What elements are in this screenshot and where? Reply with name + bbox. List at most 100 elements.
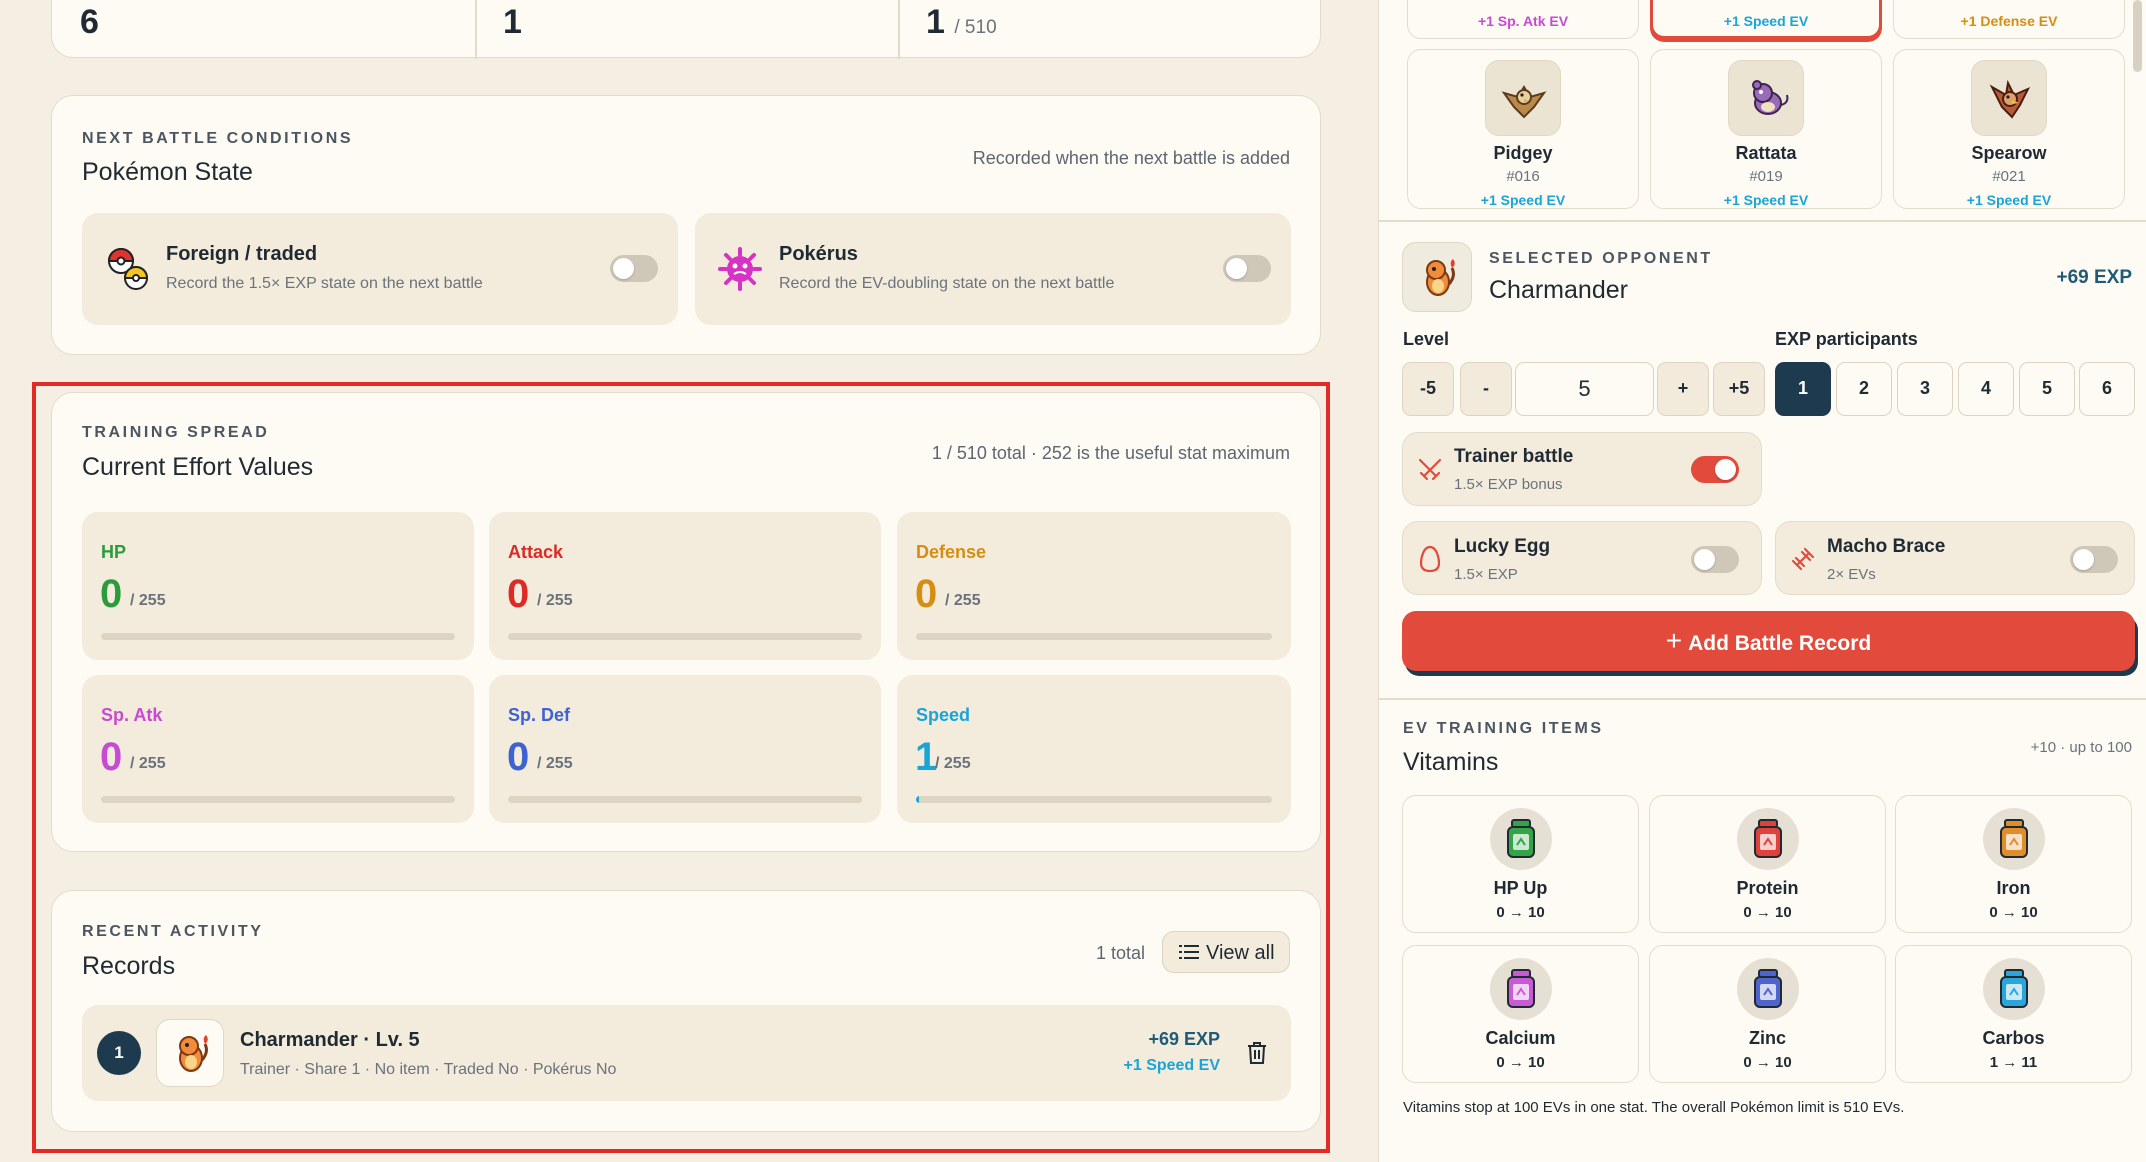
- crossed-swords-icon: [1418, 458, 1442, 481]
- opponent-sprite: [1728, 60, 1804, 136]
- level-input[interactable]: [1515, 362, 1654, 416]
- vitamin-name: Iron: [1996, 878, 2031, 898]
- rattata-sprite-icon: [1752, 80, 1789, 115]
- vitamin-bottle-icon: [1489, 958, 1552, 1020]
- ev-stat-label: Speed: [916, 705, 971, 725]
- ev-stat-max: / 255: [537, 592, 573, 609]
- vitamin-card[interactable]: Zinc 0 → 10: [1649, 945, 1886, 1083]
- vitamins-title: Vitamins: [1403, 748, 1499, 776]
- opponent-number: #016: [1506, 168, 1540, 185]
- summary-divider: [475, 0, 477, 59]
- record-row[interactable]: 1 Charmander · Lv. 5 Trainer · Share 1 ·…: [82, 1005, 1291, 1101]
- opponent-ev: +1 Speed EV: [1723, 13, 1809, 29]
- view-all-label: View all: [1206, 942, 1275, 964]
- conditions-card: NEXT BATTLE CONDITIONS Pokémon State Rec…: [51, 95, 1321, 355]
- vitamin-card[interactable]: Protein 0 → 10: [1649, 795, 1886, 933]
- vitamin-card[interactable]: Iron 0 → 10: [1895, 795, 2132, 933]
- pokerus-virus-icon: [718, 247, 762, 291]
- opponent-card-spearow[interactable]: Spearow #021 +1 Speed EV: [1893, 49, 2125, 209]
- level-minus-5-button[interactable]: -5: [1402, 362, 1454, 416]
- condition-pokerus[interactable]: Pokérus Record the EV-doubling state on …: [695, 213, 1291, 325]
- list-icon: [1179, 945, 1199, 959]
- records-card: RECENT ACTIVITY Records 1 total View all…: [51, 890, 1321, 1132]
- selected-exp: +69 EXP: [2056, 267, 2132, 288]
- conditions-title: Pokémon State: [82, 158, 253, 186]
- level-plus-1-button[interactable]: +: [1657, 362, 1709, 416]
- trainer-battle-option[interactable]: Trainer battle 1.5× EXP bonus: [1402, 432, 1762, 506]
- vitamin-card[interactable]: Calcium 0 → 10: [1402, 945, 1639, 1083]
- opponent-card-rattata[interactable]: Rattata #019 +1 Speed EV: [1650, 49, 1882, 209]
- opponent-ev: +1 Speed EV: [1480, 192, 1566, 208]
- condition-foreign[interactable]: Foreign / traded Record the 1.5× EXP sta…: [82, 213, 678, 325]
- opponent-list-scrollbar[interactable]: [2133, 0, 2142, 72]
- summary-cell-1: 6: [80, 3, 99, 41]
- ev-progress-bar: [508, 796, 862, 803]
- foreign-toggle[interactable]: [610, 255, 658, 282]
- trainer-battle-toggle[interactable]: [1691, 456, 1739, 483]
- trash-icon[interactable]: [1246, 1041, 1268, 1065]
- trainer-battle-desc: 1.5× EXP bonus: [1454, 476, 1563, 493]
- view-all-button[interactable]: View all: [1162, 931, 1290, 973]
- participant-button-6[interactable]: 6: [2079, 362, 2135, 416]
- ev-stat-value: 0: [100, 572, 123, 616]
- lucky-egg-label: Lucky Egg: [1454, 536, 1551, 557]
- ev-progress-bar: [916, 796, 1272, 803]
- opponent-number: #019: [1749, 168, 1783, 185]
- ev-progress-fill: [916, 796, 919, 803]
- trainer-battle-label: Trainer battle: [1454, 446, 1574, 467]
- record-ev: +1 Speed EV: [1123, 1057, 1221, 1074]
- lucky-egg-option[interactable]: Lucky Egg 1.5× EXP: [1402, 521, 1762, 595]
- level-minus-1-button[interactable]: -: [1460, 362, 1512, 416]
- pokerus-toggle[interactable]: [1223, 255, 1271, 282]
- add-battle-record-button[interactable]: + Add Battle Record: [1402, 611, 2135, 671]
- opponent-name: Pidgey: [1493, 143, 1553, 163]
- participant-button-1[interactable]: 1: [1775, 362, 1831, 416]
- opponent-ev: +1 Defense EV: [1960, 13, 2058, 29]
- vitamin-name: HP Up: [1493, 878, 1548, 898]
- right-panel: +1 Sp. Atk EV +1 Speed EV +1 Defense EV …: [1378, 0, 2146, 1162]
- opponent-card-pidgey[interactable]: Pidgey #016 +1 Speed EV: [1407, 49, 1639, 209]
- ev-stat-sp-atk: Sp. Atk 0 / 255: [82, 675, 474, 823]
- opponent-card[interactable]: +1 Defense EV: [1893, 0, 2125, 39]
- conditions-note: Recorded when the next battle is added: [972, 148, 1290, 168]
- lucky-egg-desc: 1.5× EXP: [1454, 566, 1518, 583]
- ev-stat-max: / 255: [935, 755, 971, 772]
- vitamin-range: 0 → 10: [1743, 904, 1792, 921]
- vitamin-range: 0 → 10: [1743, 1054, 1792, 1071]
- record-detail: Trainer · Share 1 · No item · Traded No …: [240, 1061, 617, 1078]
- vitamin-name: Protein: [1736, 878, 1799, 898]
- ev-stat-value: 0: [100, 735, 123, 779]
- summary-cell-2: 1: [503, 3, 522, 41]
- selected-eyebrow: SELECTED OPPONENT: [1489, 250, 1713, 267]
- ev-stat-value: 1: [915, 735, 938, 779]
- ev-stat-attack: Attack 0 / 255: [489, 512, 881, 660]
- records-title: Records: [82, 952, 176, 980]
- ev-stat-hp: HP 0 / 255: [82, 512, 474, 660]
- participant-button-4[interactable]: 4: [1958, 362, 2014, 416]
- participant-button-5[interactable]: 5: [2019, 362, 2075, 416]
- records-eyebrow: RECENT ACTIVITY: [82, 923, 264, 940]
- records-count: 1 total: [1095, 943, 1145, 963]
- level-plus-5-button[interactable]: +5: [1713, 362, 1765, 416]
- vitamins-footer: Vitamins stop at 100 EVs in one stat. Th…: [1403, 1099, 1905, 1116]
- participant-button-2[interactable]: 2: [1836, 362, 1892, 416]
- selected-opponent-sprite: [1402, 242, 1472, 312]
- lucky-egg-toggle[interactable]: [1691, 546, 1739, 573]
- ev-progress-bar: [101, 633, 455, 640]
- opponent-card[interactable]: +1 Sp. Atk EV: [1407, 0, 1639, 39]
- macho-brace-option[interactable]: Macho Brace 2× EVs: [1775, 521, 2135, 595]
- participant-button-3[interactable]: 3: [1897, 362, 1953, 416]
- egg-icon: [1419, 545, 1441, 573]
- record-sprite: [156, 1019, 224, 1087]
- summary-card: 6 1 1 / 510: [51, 0, 1321, 59]
- macho-brace-toggle[interactable]: [2070, 546, 2118, 573]
- ev-progress-bar: [916, 633, 1272, 640]
- vitamin-card[interactable]: HP Up 0 → 10: [1402, 795, 1639, 933]
- summary-cell-3-value: 1: [926, 3, 945, 41]
- opponent-name: Spearow: [1971, 143, 2047, 163]
- vitamin-card[interactable]: Carbos 1 → 11: [1895, 945, 2132, 1083]
- opponent-card-selected[interactable]: +1 Speed EV: [1650, 0, 1882, 39]
- plus-icon: +: [1665, 625, 1683, 656]
- ev-stat-value: 0: [915, 572, 938, 616]
- opponent-ev: +1 Sp. Atk EV: [1477, 13, 1569, 29]
